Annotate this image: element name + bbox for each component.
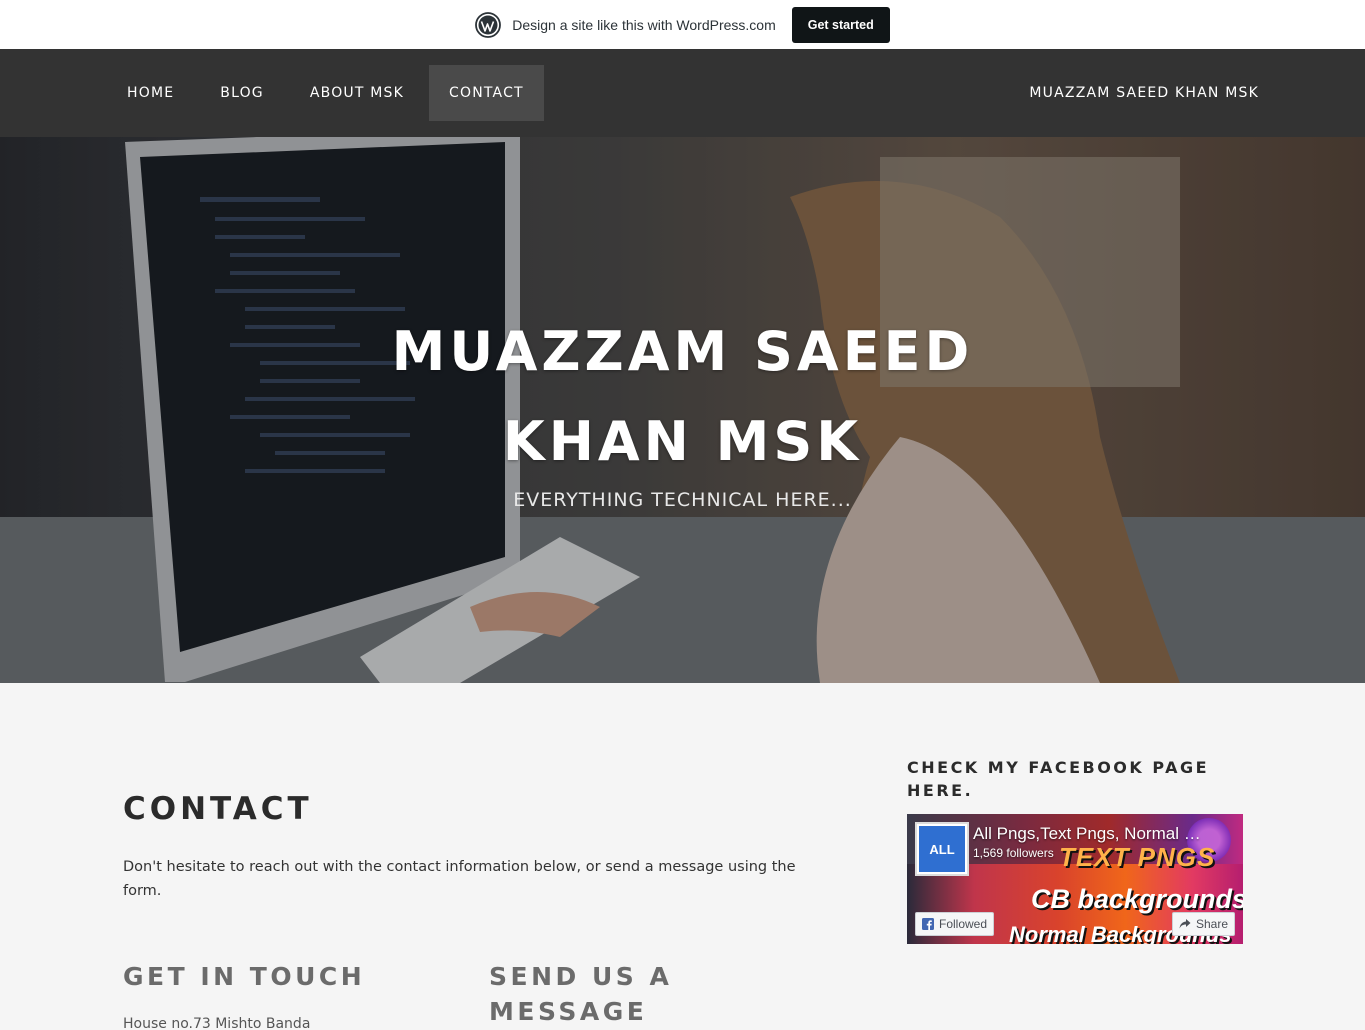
nav-item-blog[interactable]: Blog (197, 65, 287, 121)
facebook-page-name[interactable]: All Pngs,Text Pngs, Normal Backgrounds (973, 824, 1209, 844)
follow-button-label: Followed (939, 917, 988, 931)
site-title[interactable]: Muazzam Saeed Khan MSK (0, 307, 1365, 487)
nav-item-about-msk[interactable]: About MSK (287, 65, 427, 121)
contact-intro-text: Don't hesitate to reach out with the con… (123, 859, 796, 899)
cover-art-text: CB backgrounds (1031, 884, 1243, 914)
wordpress-logo-icon[interactable] (475, 11, 502, 38)
site-tagline: Everything Technical Here... (513, 489, 852, 511)
site-title-line1: Muazzam Saeed (391, 320, 974, 383)
facebook-follow-button[interactable]: Followed (915, 912, 995, 936)
sidebar: Check my Facebook Page here. TEXT PNGS C… (907, 756, 1243, 944)
facebook-widget-title: Check my Facebook Page here. (907, 758, 1210, 800)
nav-menu: Home Blog About MSK Contact (104, 65, 544, 121)
share-button-label: Share (1195, 917, 1228, 931)
facebook-followers-count: 1,569 followers (973, 846, 1054, 860)
hero-header: Muazzam Saeed Khan MSK Everything Techni… (0, 137, 1365, 683)
get-started-button[interactable]: Get started (791, 6, 890, 43)
site-title-link[interactable]: Muazzam Saeed Khan MSK (1029, 65, 1259, 121)
avatar-logo: ALL (919, 826, 965, 872)
get-in-touch-heading: Get in Touch (123, 962, 366, 991)
promo-text[interactable]: Design a site like this with WordPress.c… (512, 17, 776, 33)
facebook-share-button[interactable]: Share (1171, 912, 1235, 936)
facebook-icon (922, 918, 934, 930)
facebook-page-avatar[interactable]: ALL (915, 822, 969, 876)
site-title-line2: Khan MSK (502, 410, 863, 473)
nav-item-home[interactable]: Home (104, 65, 197, 121)
facebook-page-plugin[interactable]: TEXT PNGS CB backgrounds Normal Backgrou… (907, 814, 1243, 944)
main-navigation: Home Blog About MSK Contact Muazzam Saee… (0, 49, 1365, 137)
page-title: Contact (123, 791, 313, 827)
share-icon (1179, 919, 1191, 929)
address-text: House no.73 Mishto Banda (123, 1016, 311, 1030)
send-message-heading: Send Us a Message (489, 962, 673, 1026)
nav-item-contact[interactable]: Contact (429, 65, 544, 121)
wordpress-promo-banner: Design a site like this with WordPress.c… (0, 0, 1365, 49)
cover-art-text: TEXT PNGS (1059, 842, 1216, 872)
